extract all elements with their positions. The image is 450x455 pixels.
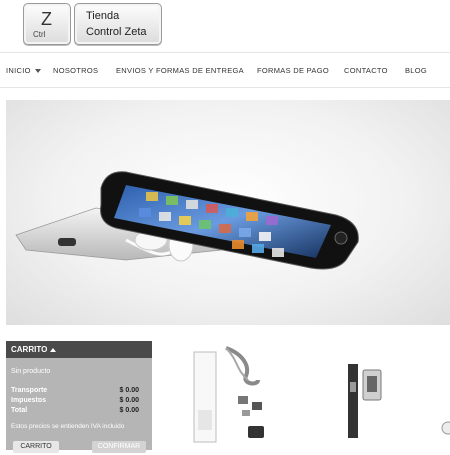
cart-row-transporte: Transporte $ 0.00 xyxy=(11,387,139,394)
nav-item-envios[interactable]: ENVIOS Y FORMAS DE ENTREGA xyxy=(116,66,244,75)
nav-item-formas-pago[interactable]: FORMAS DE PAGO xyxy=(257,66,329,75)
cart-header[interactable]: CARRITO xyxy=(6,341,152,358)
cart-row-impuestos: Impuestos $ 0.00 xyxy=(11,397,139,404)
cart-widget: CARRITO Sin producto Transporte $ 0.00 I… xyxy=(6,341,152,453)
hero-banner[interactable] xyxy=(6,100,450,325)
nav-item-nosotros[interactable]: NOSOTROS xyxy=(53,66,98,75)
cart-row-label: Transporte xyxy=(11,387,48,394)
confirm-button[interactable]: CONFIRMAR xyxy=(92,441,146,453)
product-image xyxy=(193,346,264,443)
cart-row-value: $ 0.00 xyxy=(119,387,139,394)
main-nav: INICIO NOSOTROS ENVIOS Y FORMAS DE ENTRE… xyxy=(0,52,450,88)
nav-item-blog[interactable]: BLOG xyxy=(405,66,427,75)
collapse-up-icon xyxy=(50,347,57,352)
cart-title-text: CARRITO xyxy=(11,345,48,354)
nav-item-inicio[interactable]: INICIO xyxy=(6,66,41,75)
nav-item-contacto[interactable]: CONTACTO xyxy=(344,66,388,75)
nav-item-inicio-label: INICIO xyxy=(6,66,31,75)
logo-name-key[interactable]: Tienda Control Zeta xyxy=(74,3,162,45)
hero-ipod-image xyxy=(15,171,359,270)
product-thumbnail[interactable] xyxy=(188,340,278,450)
cart-row-label: Impuestos xyxy=(11,397,47,404)
logo-key-letter: Z xyxy=(41,9,52,29)
chevron-down-icon xyxy=(34,69,41,74)
cart-row-value: $ 0.00 xyxy=(119,407,139,414)
cart-tax-note: Estos precios se entienden IVA incluido xyxy=(11,423,125,430)
logo-name-line1: Tienda xyxy=(86,10,120,22)
product-image xyxy=(441,421,450,435)
cart-row-label: Total xyxy=(11,407,28,414)
product-thumbnail[interactable] xyxy=(440,418,450,438)
logo-ctrl-key[interactable]: Z Ctrl xyxy=(23,3,71,45)
view-cart-button[interactable]: CARRITO xyxy=(13,441,59,453)
logo-key-sub: Ctrl xyxy=(33,30,46,39)
product-thumbnail[interactable] xyxy=(345,362,385,442)
logo-name-line2: Control Zeta xyxy=(86,26,147,38)
cart-row-total: Total $ 0.00 xyxy=(11,407,139,414)
cart-row-value: $ 0.00 xyxy=(119,397,139,404)
cart-empty-text: Sin producto xyxy=(11,368,51,375)
product-image xyxy=(348,364,382,438)
cart-title: CARRITO xyxy=(11,345,57,354)
